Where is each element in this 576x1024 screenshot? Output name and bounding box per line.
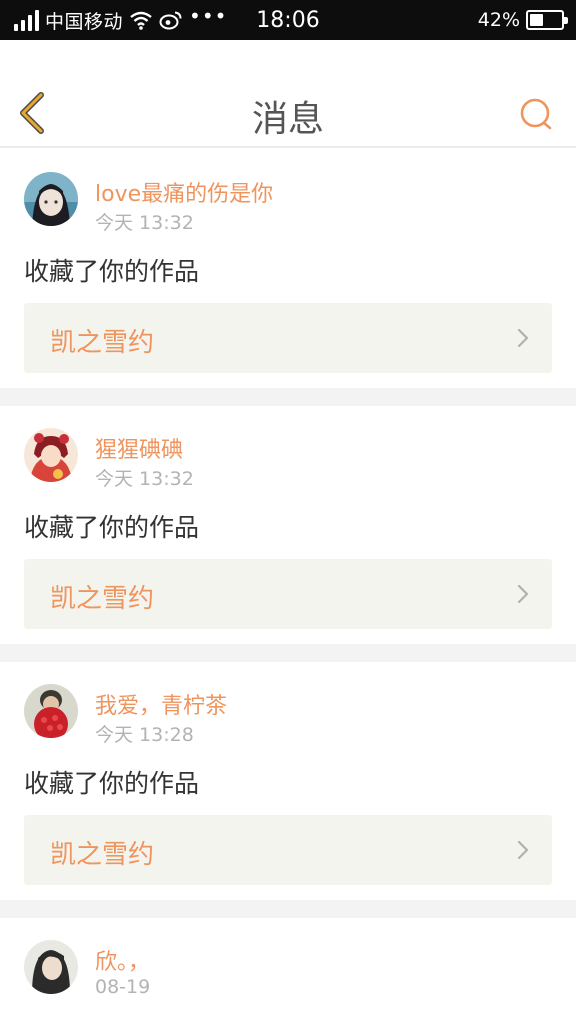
avatar[interactable] <box>24 428 78 482</box>
action-text: 收藏了你的作品 <box>24 257 200 286</box>
battery-icon <box>526 10 568 30</box>
message-item: 我爱，青柠茶 今天 13:28 收藏了你的作品 凯之雪约 <box>0 662 576 900</box>
search-button[interactable] <box>516 94 556 134</box>
status-bar: 中国移动 ••• 18:06 42% <box>0 0 576 40</box>
weibo-icon <box>159 10 183 30</box>
status-right: 42% <box>477 0 568 40</box>
avatar[interactable] <box>24 684 78 738</box>
username[interactable]: 猩猩碘碘 <box>95 432 183 464</box>
timestamp: 今天 13:32 <box>95 212 194 234</box>
message-item: 欣。， 08-19 <box>0 918 576 1024</box>
back-button[interactable] <box>12 90 52 136</box>
page-title: 消息 <box>251 99 324 140</box>
work-link[interactable]: 凯之雪约 <box>24 559 552 629</box>
message-item: love最痛的伤是你 今天 13:32 收藏了你的作品 凯之雪约 <box>0 150 576 388</box>
divider <box>0 644 576 662</box>
more-notifications-icon: ••• <box>189 4 228 28</box>
timestamp: 今天 13:28 <box>95 724 194 746</box>
work-link[interactable]: 凯之雪约 <box>24 303 552 373</box>
username[interactable]: 欣。， <box>95 944 150 976</box>
username[interactable]: 我爱，青柠茶 <box>95 688 227 720</box>
chevron-left-icon <box>20 92 44 134</box>
clock: 18:06 <box>256 8 320 33</box>
divider <box>0 388 576 406</box>
wifi-icon <box>129 10 153 30</box>
work-title: 凯之雪约 <box>50 328 155 358</box>
chevron-right-icon <box>517 840 529 860</box>
message-item: 猩猩碘碘 今天 13:32 收藏了你的作品 凯之雪约 <box>0 406 576 644</box>
divider <box>0 900 576 918</box>
work-title: 凯之雪约 <box>50 840 155 870</box>
navigation-bar: 消息 <box>0 40 576 148</box>
battery-percent: 42% <box>477 9 520 31</box>
chevron-right-icon <box>517 584 529 604</box>
chevron-right-icon <box>517 328 529 348</box>
carrier-name: 中国移动 <box>45 10 124 33</box>
search-icon <box>520 98 552 130</box>
action-text: 收藏了你的作品 <box>24 769 200 798</box>
work-link[interactable]: 凯之雪约 <box>24 815 552 885</box>
timestamp: 08-19 <box>95 976 151 998</box>
battery-fill <box>530 14 543 26</box>
signal-icon <box>14 9 39 31</box>
status-left: 中国移动 ••• <box>14 0 227 40</box>
username[interactable]: love最痛的伤是你 <box>95 176 273 208</box>
avatar[interactable] <box>24 172 78 226</box>
action-text: 收藏了你的作品 <box>24 513 200 542</box>
avatar[interactable] <box>24 940 78 994</box>
work-title: 凯之雪约 <box>50 584 155 614</box>
timestamp: 今天 13:32 <box>95 468 194 490</box>
